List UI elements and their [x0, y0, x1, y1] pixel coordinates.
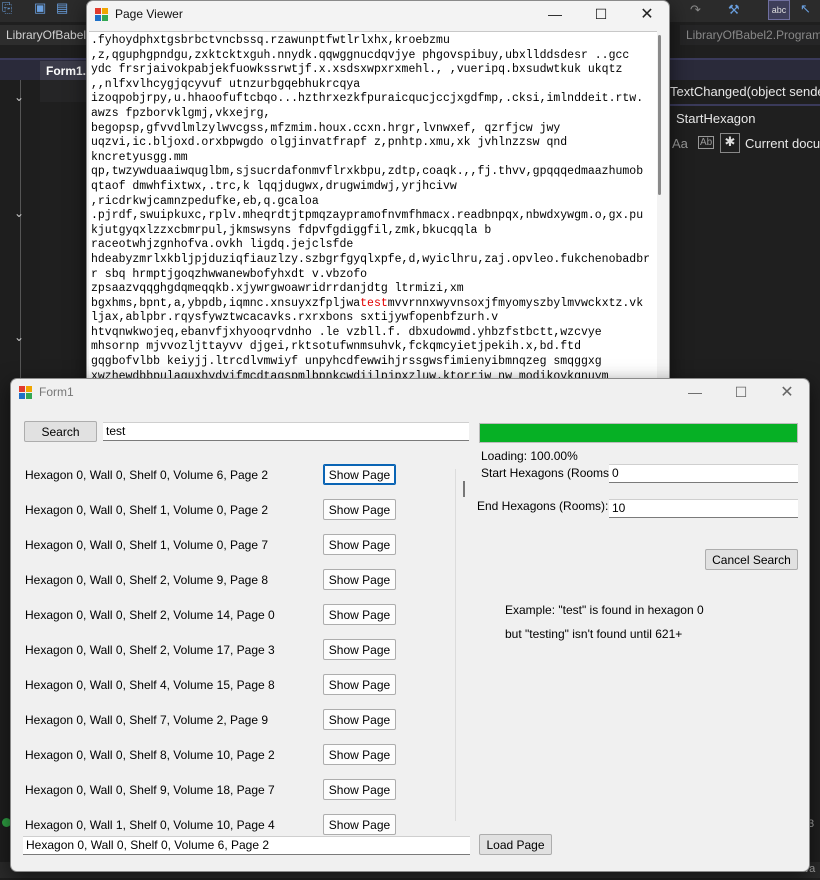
result-location: Hexagon 0, Wall 1, Shelf 0, Volume 10, P…	[25, 818, 275, 832]
result-location: Hexagon 0, Wall 0, Shelf 1, Volume 0, Pa…	[25, 538, 269, 552]
panel-divider	[455, 469, 456, 821]
app-icon	[95, 8, 109, 22]
loading-progress-bar	[479, 423, 798, 443]
show-page-button[interactable]: Show Page	[323, 744, 396, 765]
load-page-button[interactable]: Load Page	[479, 834, 552, 855]
minimize-icon[interactable]: —	[533, 1, 577, 27]
page-text: .fyhoydphxtgsbrbctvncbssq.rzawunptfwtlrl…	[89, 32, 657, 384]
page-viewer-titlebar[interactable]: Page Viewer — ☐ ✕	[87, 1, 669, 29]
progress-fill	[480, 424, 797, 442]
method-signature: TextChanged(object sender,	[670, 84, 820, 99]
tools-icon[interactable]: ⚒	[728, 2, 740, 18]
example-text-line2: but "testing" isn't found until 621+	[505, 627, 683, 641]
redo-icon[interactable]: ↷	[690, 2, 701, 18]
example-text-line1: Example: "test" is found in hexagon 0	[505, 603, 704, 617]
show-page-button[interactable]: Show Page	[323, 534, 396, 555]
search-highlight: test	[360, 296, 388, 310]
spellcheck-icon[interactable]: abc	[768, 0, 790, 20]
result-location: Hexagon 0, Wall 0, Shelf 0, Volume 6, Pa…	[25, 468, 269, 482]
result-row: Hexagon 0, Wall 0, Shelf 4, Volume 15, P…	[25, 674, 405, 696]
end-hexagons-input[interactable]	[609, 499, 798, 518]
result-location: Hexagon 0, Wall 0, Shelf 4, Volume 15, P…	[25, 678, 275, 692]
app-icon	[19, 386, 33, 400]
show-page-button[interactable]: Show Page	[323, 814, 396, 835]
toolbar-icon-1[interactable]: ⎘	[2, 0, 12, 16]
splitter-handle[interactable]	[463, 481, 465, 497]
result-row: Hexagon 0, Wall 0, Shelf 2, Volume 14, P…	[25, 604, 405, 626]
result-location: Hexagon 0, Wall 0, Shelf 2, Volume 14, P…	[25, 608, 275, 622]
show-page-button[interactable]: Show Page	[323, 674, 396, 695]
current-document-label[interactable]: Current docu	[745, 136, 820, 151]
outline-line	[20, 80, 21, 420]
window-title: Form1	[39, 385, 74, 399]
collapse-icon[interactable]: ⌄	[14, 90, 24, 104]
end-hexagons-label: End Hexagons (Rooms):	[477, 499, 609, 513]
form1-file-tab[interactable]: Form1.	[40, 61, 93, 81]
match-case-icon[interactable]: Aa	[672, 136, 688, 151]
minimize-icon[interactable]: —	[673, 379, 717, 405]
result-row: Hexagon 0, Wall 0, Shelf 0, Volume 6, Pa…	[25, 464, 405, 486]
pointer-icon[interactable]: ↖	[800, 1, 811, 17]
start-hexagons-input[interactable]	[609, 464, 798, 483]
save-icon[interactable]: ▣	[34, 0, 46, 16]
show-page-button[interactable]: Show Page	[323, 499, 396, 520]
maximize-icon[interactable]: ☐	[579, 1, 623, 27]
window-title: Page Viewer	[115, 7, 183, 21]
save-all-icon[interactable]: ▤	[56, 0, 68, 16]
load-page-input[interactable]	[23, 836, 470, 855]
panel-divider	[668, 104, 820, 106]
form1-window: Form1 — ☐ ✕ Search Loading: 100.00% Star…	[10, 378, 810, 872]
regex-icon[interactable]: ✱	[720, 133, 740, 153]
close-icon[interactable]: ✕	[625, 1, 669, 27]
result-row: Hexagon 0, Wall 1, Shelf 0, Volume 10, P…	[25, 814, 405, 836]
page-text-area[interactable]: .fyhoydphxtgsbrbctvncbssq.rzawunptfwtlrl…	[89, 31, 657, 388]
page-viewer-window: Page Viewer — ☐ ✕ .fyhoydphxtgsbrbctvncb…	[86, 0, 670, 390]
close-icon[interactable]: ✕	[765, 379, 809, 405]
collapse-icon[interactable]: ⌄	[14, 330, 24, 344]
result-row: Hexagon 0, Wall 0, Shelf 2, Volume 9, Pa…	[25, 569, 405, 591]
result-location: Hexagon 0, Wall 0, Shelf 7, Volume 2, Pa…	[25, 713, 269, 727]
show-page-button[interactable]: Show Page	[323, 604, 396, 625]
result-location: Hexagon 0, Wall 0, Shelf 1, Volume 0, Pa…	[25, 503, 269, 517]
cancel-search-button[interactable]: Cancel Search	[705, 549, 798, 570]
show-page-button[interactable]: Show Page	[323, 709, 396, 730]
form1-titlebar[interactable]: Form1 — ☐ ✕	[11, 379, 809, 407]
whole-word-icon[interactable]: Ab	[698, 136, 715, 149]
result-row: Hexagon 0, Wall 0, Shelf 7, Volume 2, Pa…	[25, 709, 405, 731]
loading-status: Loading: 100.00%	[481, 449, 578, 463]
result-row: Hexagon 0, Wall 0, Shelf 2, Volume 17, P…	[25, 639, 405, 661]
project-tab[interactable]: LibraryOfBabel2	[0, 25, 99, 45]
maximize-icon[interactable]: ☐	[719, 379, 763, 405]
program-tab[interactable]: LibraryOfBabel2.Program.	[680, 25, 820, 45]
show-page-button[interactable]: Show Page	[323, 779, 396, 800]
result-location: Hexagon 0, Wall 0, Shelf 8, Volume 10, P…	[25, 748, 275, 762]
show-page-button[interactable]: Show Page	[323, 569, 396, 590]
start-hexagons-label: Start Hexagons (Rooms):	[481, 466, 617, 480]
result-location: Hexagon 0, Wall 0, Shelf 2, Volume 9, Pa…	[25, 573, 269, 587]
result-row: Hexagon 0, Wall 0, Shelf 9, Volume 18, P…	[25, 779, 405, 801]
result-row: Hexagon 0, Wall 0, Shelf 1, Volume 0, Pa…	[25, 499, 405, 521]
page-scrollbar[interactable]	[658, 35, 661, 195]
result-row: Hexagon 0, Wall 0, Shelf 1, Volume 0, Pa…	[25, 534, 405, 556]
result-location: Hexagon 0, Wall 0, Shelf 9, Volume 18, P…	[25, 783, 275, 797]
page-text-before: .fyhoydphxtgsbrbctvncbssq.rzawunptfwtlrl…	[91, 34, 650, 310]
collapse-icon[interactable]: ⌄	[14, 206, 24, 220]
search-input[interactable]	[103, 422, 469, 441]
show-page-button[interactable]: Show Page	[323, 464, 396, 485]
result-location: Hexagon 0, Wall 0, Shelf 2, Volume 17, P…	[25, 643, 275, 657]
show-page-button[interactable]: Show Page	[323, 639, 396, 660]
result-row: Hexagon 0, Wall 0, Shelf 8, Volume 10, P…	[25, 744, 405, 766]
start-hexagon-label[interactable]: StartHexagon	[676, 111, 756, 126]
search-button[interactable]: Search	[24, 421, 97, 442]
